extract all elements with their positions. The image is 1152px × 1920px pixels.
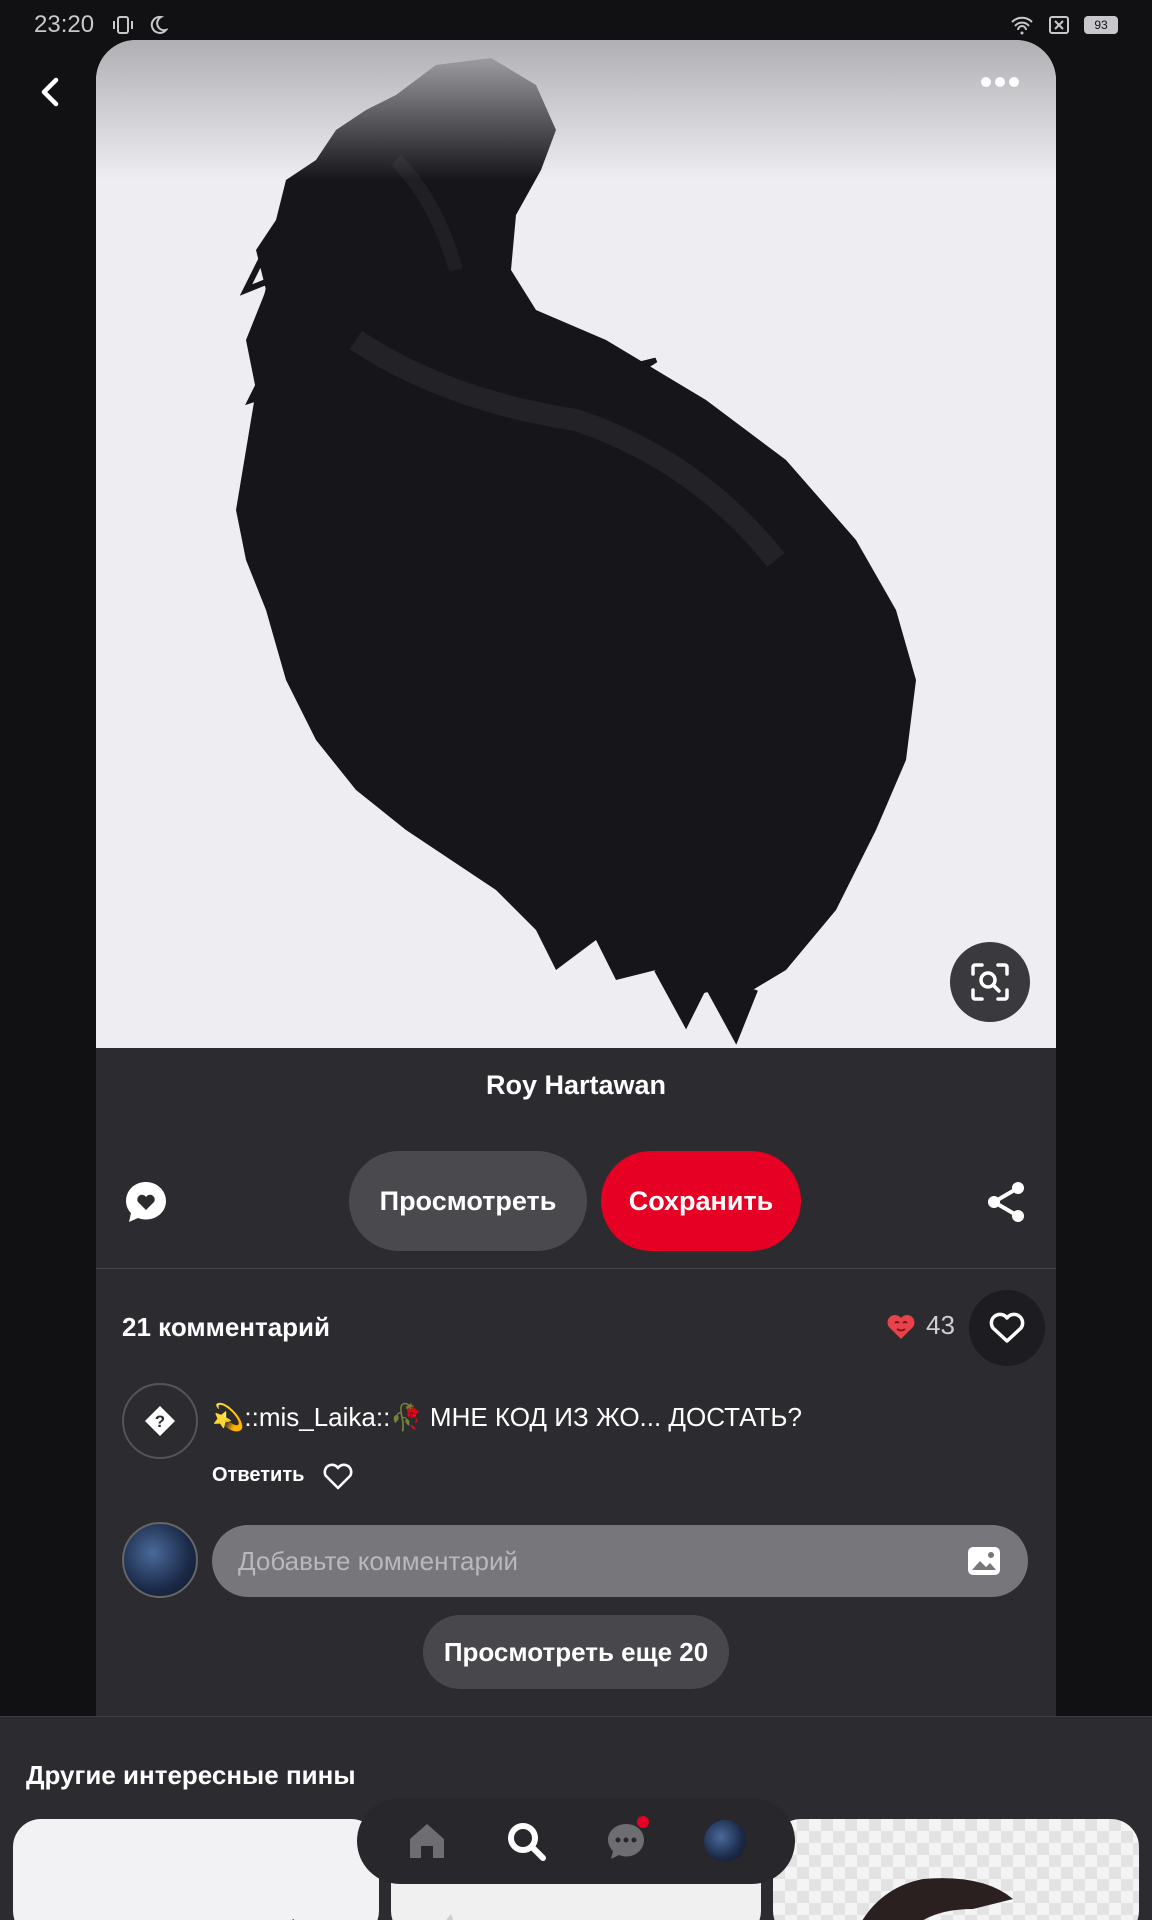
heart-bubble-icon[interactable]: [122, 1178, 170, 1226]
heart-outline-icon: [989, 1312, 1025, 1343]
image-top-shade: [96, 40, 1056, 180]
pin-card: Roy Hartawan Просмотреть Сохранить 21 ко…: [96, 40, 1056, 1720]
pin-artwork: [236, 58, 916, 1045]
pin-author[interactable]: Roy Hartawan: [96, 1070, 1056, 1101]
comments-count: 21 комментарий: [122, 1312, 331, 1342]
share-icon[interactable]: [982, 1178, 1030, 1226]
moon-icon: [150, 15, 169, 34]
status-icons-left: [112, 14, 169, 36]
nav-profile[interactable]: [700, 1816, 750, 1866]
reaction-count[interactable]: 43: [886, 1310, 955, 1341]
related-pin[interactable]: [13, 1819, 379, 1920]
comment-input-box[interactable]: [212, 1525, 1028, 1597]
visual-search-button[interactable]: [950, 942, 1030, 1022]
wifi-icon: [1011, 16, 1033, 35]
action-row: Просмотреть Сохранить: [96, 1150, 1056, 1251]
more-options-button[interactable]: [968, 58, 1032, 106]
status-icons-right: 93: [1010, 15, 1118, 35]
save-button[interactable]: Сохранить: [601, 1151, 801, 1251]
my-avatar: [122, 1522, 198, 1598]
view-button[interactable]: Просмотреть: [349, 1151, 587, 1251]
comment-input[interactable]: [238, 1545, 966, 1577]
comment-author[interactable]: 💫::mis_Laika::🥀: [212, 1402, 423, 1432]
question-diamond-icon: ?: [145, 1406, 175, 1436]
status-time: 23:20: [34, 11, 95, 38]
comment-body: МНЕ КОД ИЗ ЖО... ДОСТАТЬ?: [422, 1402, 802, 1432]
nav-home[interactable]: [402, 1816, 452, 1866]
comment-heart-icon[interactable]: [322, 1460, 354, 1492]
profile-avatar: [704, 1820, 747, 1862]
image-attach-icon[interactable]: [966, 1543, 1002, 1579]
more-dots-icon: [981, 77, 1019, 87]
reply-link[interactable]: Ответить: [212, 1464, 304, 1487]
related-pin-image: [292, 1919, 295, 1920]
nav-search[interactable]: [501, 1816, 551, 1866]
heart-face-icon: [887, 1314, 915, 1339]
divider: [96, 1268, 1056, 1269]
home-icon: [409, 1824, 444, 1858]
pin-image[interactable]: [96, 40, 1056, 1048]
no-sim-icon: [1049, 16, 1069, 34]
more-pins-title: Другие интересные пины: [26, 1760, 356, 1790]
search-icon: [508, 1823, 547, 1861]
notification-badge: [636, 1816, 649, 1828]
svg-text:?: ?: [155, 1412, 165, 1431]
bottom-nav: [357, 1798, 795, 1884]
battery-indicator: 93: [1084, 16, 1118, 34]
back-arrow-icon[interactable]: [28, 70, 72, 114]
related-pin-image: [862, 1878, 1013, 1920]
commenter-avatar[interactable]: ?: [122, 1383, 198, 1459]
comment-text: 💫::mis_Laika::🥀 МНЕ КОД ИЗ ЖО... ДОСТАТЬ…: [212, 1402, 802, 1433]
like-pin-button[interactable]: [969, 1290, 1045, 1366]
nav-messages[interactable]: [601, 1816, 651, 1866]
related-pin[interactable]: [773, 1819, 1139, 1920]
more-comments-button[interactable]: Просмотреть еще 20: [423, 1615, 729, 1689]
reaction-count-value: 43: [926, 1310, 955, 1340]
visual-search-icon: [971, 963, 1009, 1001]
screen: 23:20 93 Roy Hartawan Просмотреть Сохран…: [0, 0, 1152, 1920]
vibrate-icon: [113, 16, 134, 34]
